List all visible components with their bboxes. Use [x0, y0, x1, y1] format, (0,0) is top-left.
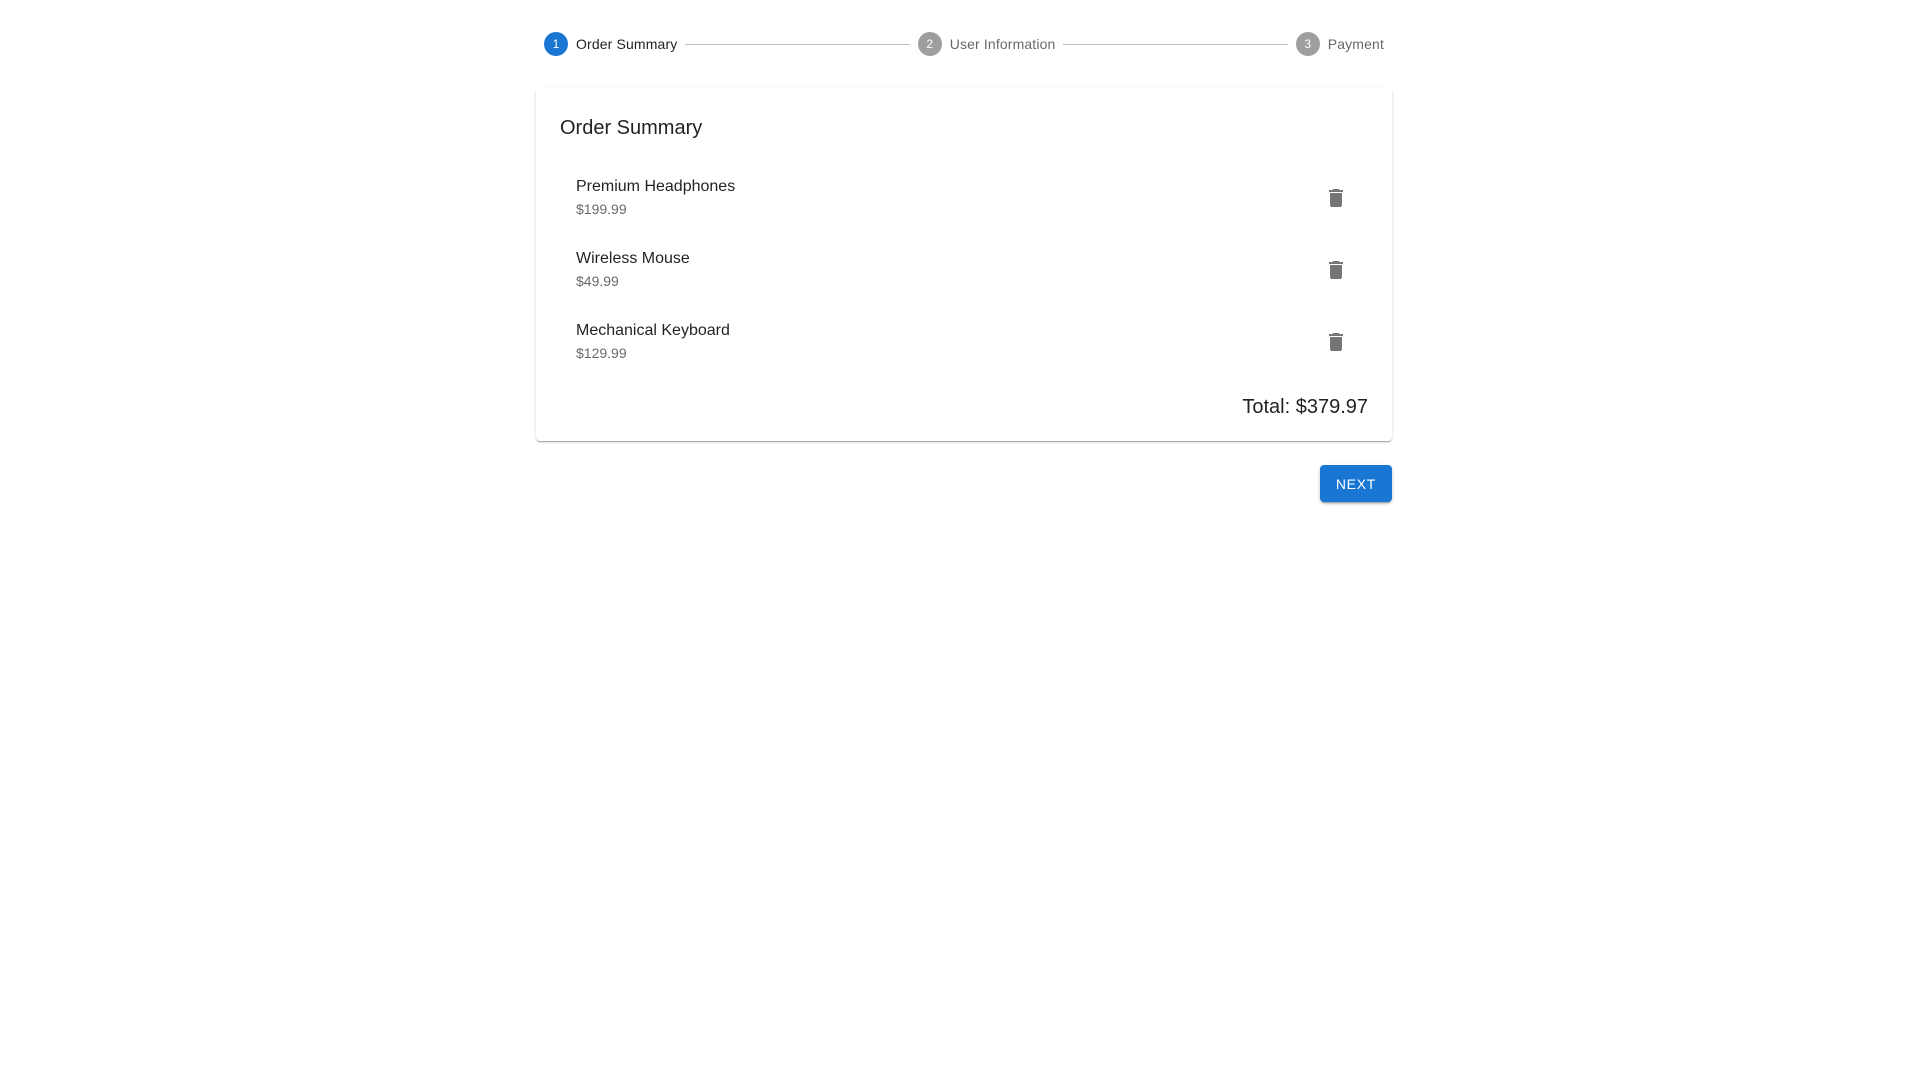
item-name: Mechanical Keyboard: [576, 322, 730, 339]
step-3-label: Payment: [1327, 36, 1384, 52]
order-item-list: Premium Headphones $199.99 Wireless Mous…: [560, 162, 1368, 378]
delete-item-button[interactable]: [1316, 178, 1356, 218]
delete-icon: [1329, 333, 1343, 351]
order-item-text: Mechanical Keyboard $129.99: [576, 320, 730, 364]
order-item: Mechanical Keyboard $129.99: [560, 306, 1368, 378]
item-price: $49.99: [576, 273, 619, 289]
step-payment: 3 Payment: [1295, 32, 1384, 56]
checkout-stepper: 1 Order Summary 2 User Information 3 Pay…: [536, 0, 1392, 88]
step-user-information: 2 User Information: [917, 32, 1056, 56]
order-total: Total: $379.97: [1242, 396, 1368, 418]
delete-item-button[interactable]: [1316, 322, 1356, 362]
order-summary-title: Order Summary: [560, 117, 703, 139]
next-button[interactable]: NEXT: [1319, 465, 1392, 502]
step-2-label: User Information: [949, 36, 1056, 52]
delete-item-button[interactable]: [1316, 250, 1356, 290]
step-2-indicator: 2: [917, 32, 942, 56]
step-3-indicator: 3: [1295, 32, 1320, 56]
item-price: $199.99: [576, 201, 627, 217]
item-name: Wireless Mouse: [576, 250, 690, 267]
order-item-text: Premium Headphones $199.99: [576, 176, 735, 220]
order-item-text: Wireless Mouse $49.99: [576, 248, 690, 292]
delete-icon: [1329, 189, 1343, 207]
step-connector: [685, 43, 910, 45]
step-1-indicator: 1: [544, 32, 568, 56]
order-summary-card: Order Summary Premium Headphones $199.99…: [536, 88, 1392, 441]
delete-icon: [1329, 261, 1343, 279]
order-item: Wireless Mouse $49.99: [560, 234, 1368, 306]
checkout-container: 1 Order Summary 2 User Information 3 Pay…: [536, 0, 1392, 502]
step-order-summary: 1 Order Summary: [544, 32, 677, 56]
stepper-actions: NEXT: [536, 465, 1392, 502]
order-item: Premium Headphones $199.99: [560, 162, 1368, 234]
step-connector: [1063, 43, 1288, 45]
item-price: $129.99: [576, 345, 627, 361]
item-name: Premium Headphones: [576, 178, 736, 195]
step-1-label: Order Summary: [576, 36, 678, 52]
